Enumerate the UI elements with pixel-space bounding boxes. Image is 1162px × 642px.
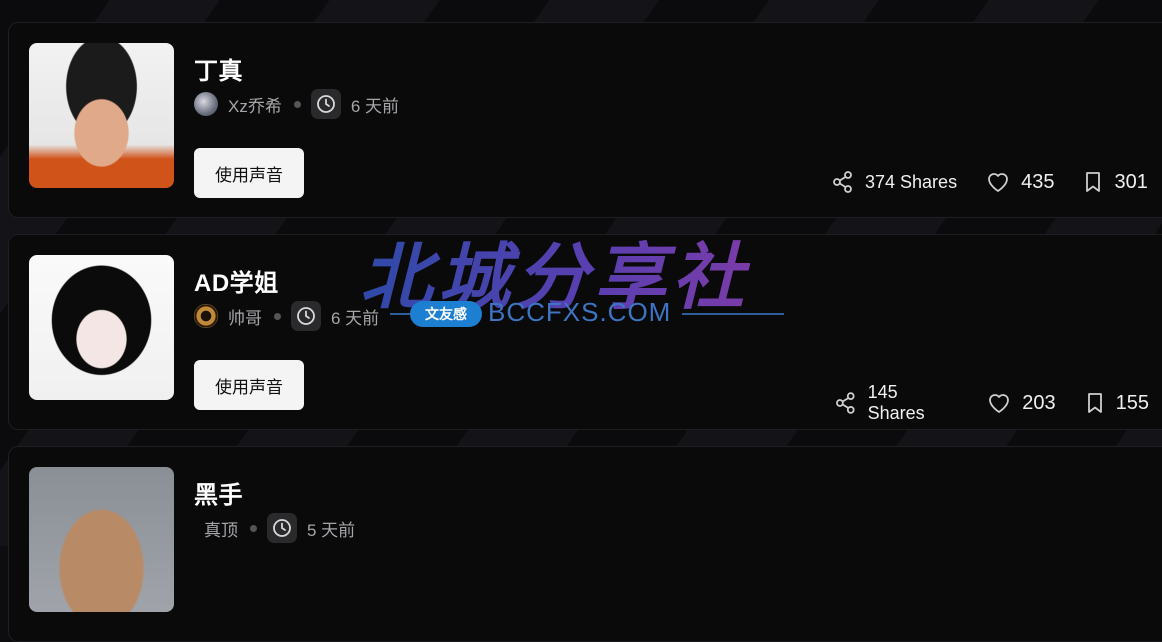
share-count: 374 Shares xyxy=(865,172,957,193)
author-name[interactable]: 帅哥 xyxy=(228,304,262,329)
clock-icon xyxy=(311,89,341,119)
voice-card[interactable]: AD学姐 帅哥 6 天前 使用声音 145 Shares 203 155 xyxy=(8,234,1162,430)
share-count: 145 Shares xyxy=(868,382,959,424)
voice-meta: 真顶 5 天前 xyxy=(194,513,355,543)
save-count: 155 xyxy=(1116,392,1149,415)
save-stat[interactable]: 301 xyxy=(1082,170,1147,194)
separator-dot xyxy=(274,313,281,320)
voice-cover-image[interactable] xyxy=(29,255,174,400)
voice-title[interactable]: 黑手 xyxy=(194,475,243,510)
like-count: 203 xyxy=(1022,392,1055,415)
like-stat[interactable]: 203 xyxy=(986,391,1055,415)
voice-card[interactable]: 丁真 Xz乔希 6 天前 使用声音 374 Shares 435 301 xyxy=(8,22,1162,218)
like-count: 435 xyxy=(1021,171,1054,194)
use-voice-button[interactable]: 使用声音 xyxy=(194,148,304,198)
voice-title[interactable]: 丁真 xyxy=(194,51,243,86)
post-time: 5 天前 xyxy=(307,516,355,541)
voice-cover-image[interactable] xyxy=(29,467,174,612)
share-stat[interactable]: 145 Shares xyxy=(834,382,958,424)
post-time: 6 天前 xyxy=(331,304,379,329)
heart-icon xyxy=(985,170,1011,194)
save-count: 301 xyxy=(1114,171,1147,194)
heart-icon xyxy=(986,391,1012,415)
author-avatar[interactable] xyxy=(194,304,218,328)
share-icon xyxy=(831,170,855,194)
author-avatar[interactable] xyxy=(194,92,218,116)
use-voice-button[interactable]: 使用声音 xyxy=(194,360,304,410)
share-icon xyxy=(834,391,858,415)
separator-dot xyxy=(294,101,301,108)
author-name[interactable]: Xz乔希 xyxy=(228,92,282,117)
clock-icon xyxy=(291,301,321,331)
clock-icon xyxy=(267,513,297,543)
separator-dot xyxy=(250,525,257,532)
bookmark-icon xyxy=(1082,170,1104,194)
bookmark-icon xyxy=(1084,391,1106,415)
voice-cover-image[interactable] xyxy=(29,43,174,188)
author-name[interactable]: 真顶 xyxy=(204,516,238,541)
voice-card[interactable]: 黑手 真顶 5 天前 xyxy=(8,446,1162,642)
voice-stats: 145 Shares 203 155 xyxy=(834,382,1162,424)
like-stat[interactable]: 435 xyxy=(985,170,1054,194)
voice-title[interactable]: AD学姐 xyxy=(194,263,279,298)
voice-stats: 374 Shares 435 301 xyxy=(831,170,1162,194)
post-time: 6 天前 xyxy=(351,92,399,117)
voice-meta: 帅哥 6 天前 xyxy=(194,301,379,331)
share-stat[interactable]: 374 Shares xyxy=(831,170,957,194)
save-stat[interactable]: 155 xyxy=(1084,391,1149,415)
voice-meta: Xz乔希 6 天前 xyxy=(194,89,399,119)
